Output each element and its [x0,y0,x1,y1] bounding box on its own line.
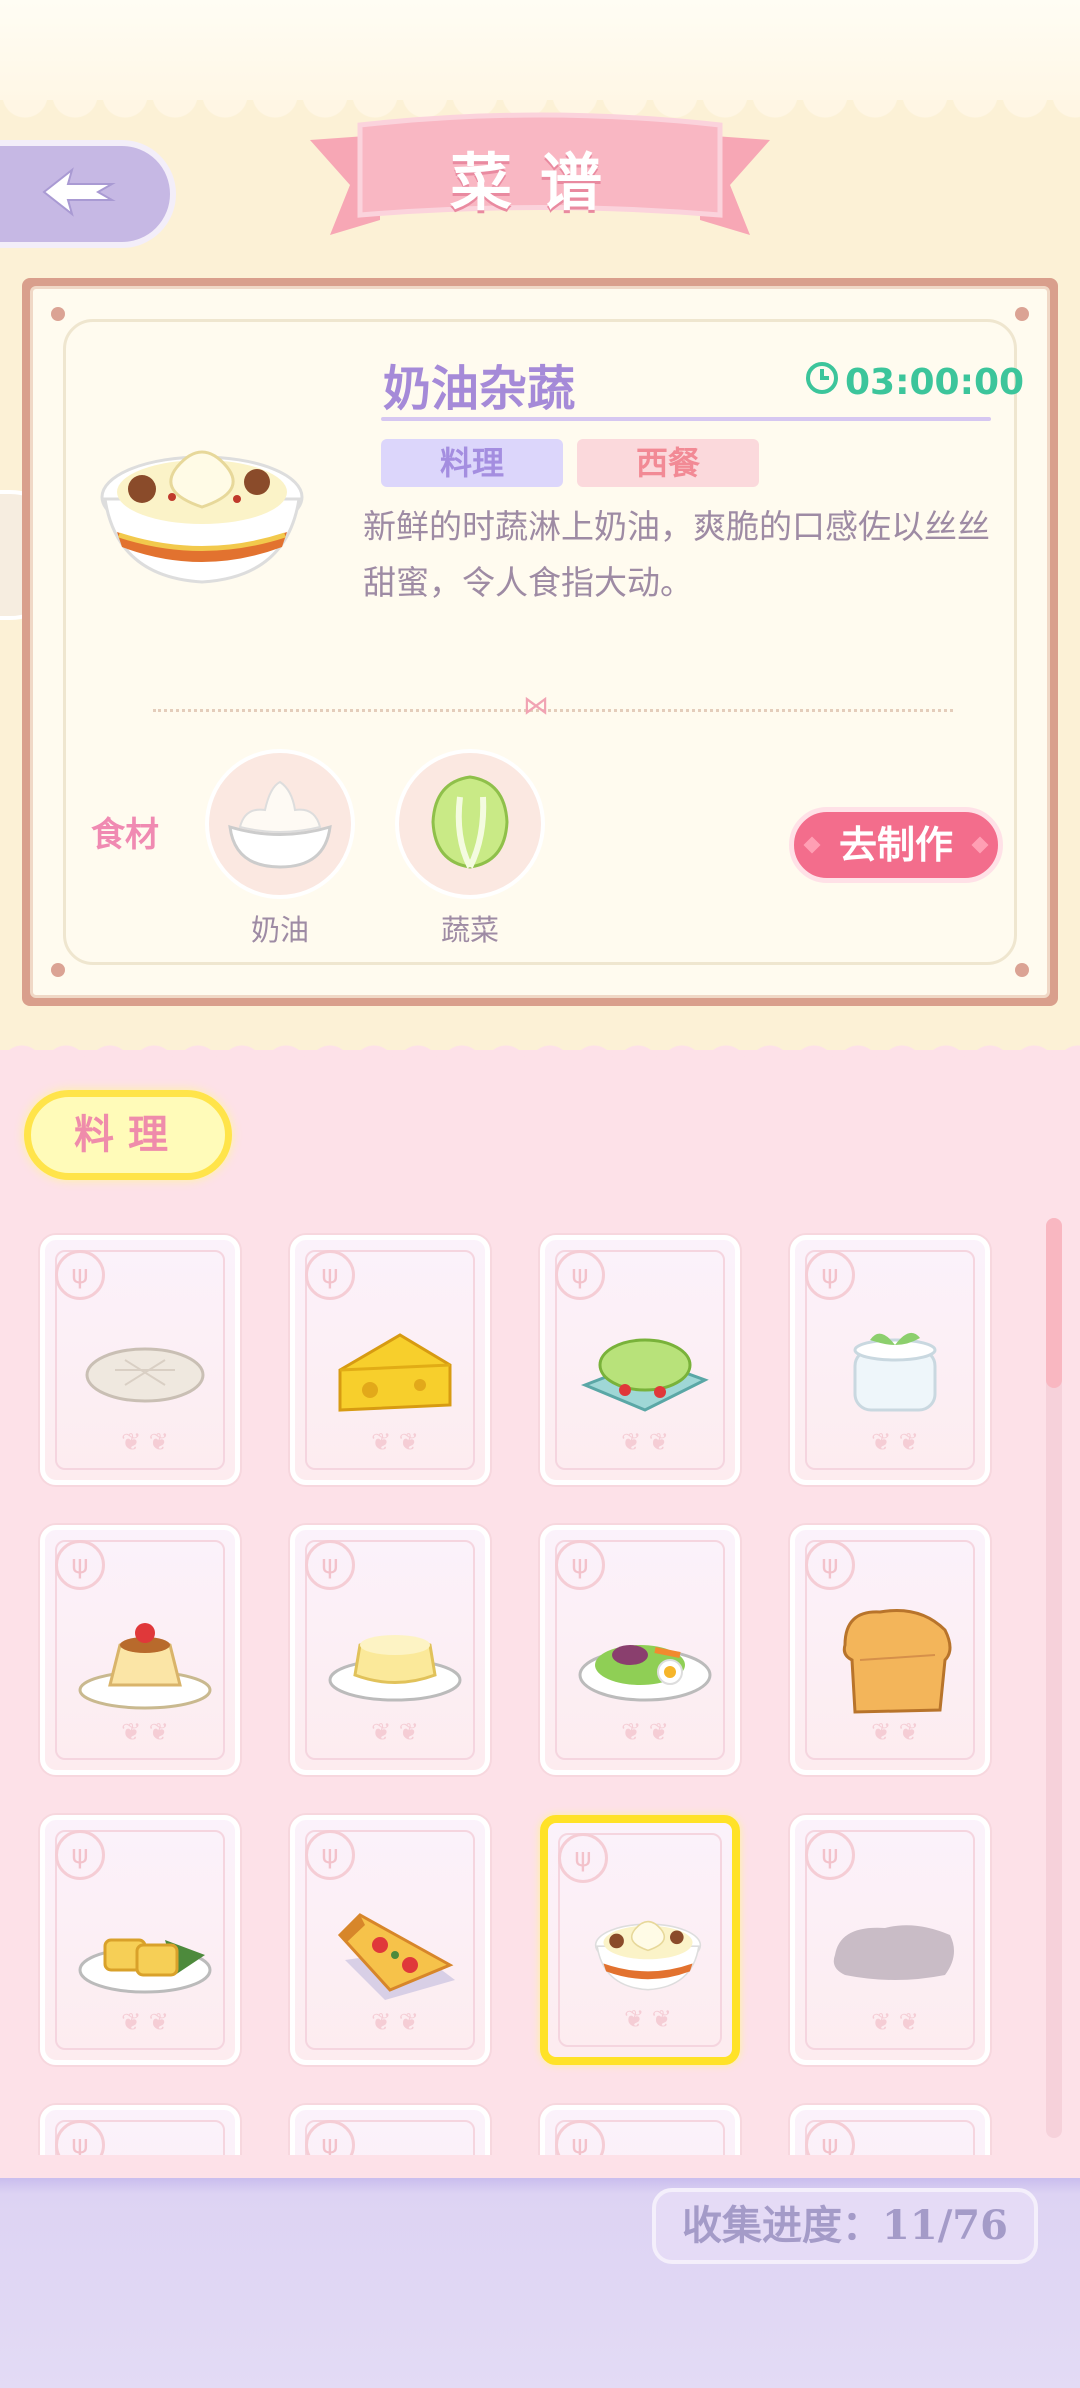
fork-spoon-icon: ψ [805,1250,855,1300]
recipe-slot[interactable]: ψ ❦ ❦ [540,1235,740,1485]
ingredients-label: 食材 [91,815,159,855]
cream-icon [220,772,340,876]
yogurt-icon [825,1310,965,1430]
grid-scrollbar[interactable] [1046,1218,1062,2138]
wreath-icon: ❦ ❦ [121,2008,169,2036]
fork-spoon-icon: ψ [305,1250,355,1300]
ingredient-name: 奶油 [250,913,309,947]
title-ribbon: 菜谱 [310,110,770,250]
top-band [0,0,1080,100]
fork-spoon-icon: ψ [805,1830,855,1880]
recipe-slot[interactable]: ψ ❦ ❦ [40,1525,240,1775]
pudding-icon [75,1600,215,1720]
recipe-slot[interactable]: ψ ❦ ❦ [290,1235,490,1485]
ingredient-item[interactable]: 奶油 [205,749,355,949]
locked-silhouette-icon [825,1890,965,2010]
cream-vegetables-icon [578,1893,718,2013]
ingredient-item[interactable]: 蔬菜 [395,749,545,949]
recipe-slot[interactable]: ψ ❦ ❦ [40,1815,240,2065]
scrollbar-thumb[interactable] [1046,1218,1062,1388]
wreath-icon: ❦ ❦ [871,1718,919,1746]
collection-progress: 收集进度：11/76 [652,2188,1038,2264]
cream-vegetables-icon [97,437,307,587]
fork-spoon-icon: ψ [555,1250,605,1300]
bow-icon: ⋈ [523,691,549,721]
fork-spoon-icon: ψ [55,1830,105,1880]
recipe-slot[interactable]: ψ [790,2105,990,2155]
back-arrow-icon [38,162,118,226]
fork-spoon-icon: ψ [55,1250,105,1300]
back-button[interactable] [0,140,176,248]
corner-dot [51,307,65,321]
salad-icon [575,1310,715,1430]
recipe-card: 奶油杂蔬 03:00:00 料理 西餐 新鲜的时蔬淋上奶油，爽脆的口感佐以丝丝甜… [22,278,1058,1006]
fork-spoon-icon: ψ [555,1540,605,1590]
recipe-slot[interactable]: ψ ❦ ❦ [290,1525,490,1775]
wreath-icon: ❦ ❦ [624,2005,672,2033]
pizza-icon [325,1890,465,2010]
egg-roll-icon [75,1890,215,2010]
wreath-icon: ❦ ❦ [871,1428,919,1456]
recipe-slot[interactable]: ψ [40,2105,240,2155]
tag-cuisine-style: 西餐 [577,439,759,487]
name-underline [381,417,991,421]
recipe-slot[interactable]: ψ ❦ ❦ [540,1525,740,1775]
bread-loaf-icon [825,1600,965,1720]
fork-spoon-icon: ψ [55,1540,105,1590]
divider [153,709,953,712]
dish-description: 新鲜的时蔬淋上奶油，爽脆的口感佐以丝丝甜蜜，令人食指大动。 [363,507,990,602]
tag-cuisine-type: 料理 [381,439,563,487]
fork-spoon-icon: ψ [305,1540,355,1590]
wreath-icon: ❦ ❦ [621,1718,669,1746]
tab-cuisine[interactable]: 料理 [24,1090,232,1180]
ingredient-name: 蔬菜 [440,913,499,947]
wreath-icon: ❦ ❦ [371,1718,419,1746]
wreath-icon: ❦ ❦ [871,2008,919,2036]
egg-salad-icon [575,1600,715,1720]
recipe-grid: ψ ❦ ❦ ψ ❦ ❦ ψ ❦ ❦ ψ ❦ ❦ ψ ❦ ❦ ψ ❦ ❦ ψ ❦ … [30,1225,1010,2155]
scallop-border-pink [0,1036,1080,1066]
page-title: 菜谱 [449,146,630,219]
wreath-icon: ❦ ❦ [121,1718,169,1746]
fork-spoon-icon: ψ [805,1540,855,1590]
recipe-slot[interactable]: ψ ❦ ❦ [290,1815,490,2065]
corner-dot [1015,307,1029,321]
flatbread-icon [75,1310,215,1430]
progress-value: 11/76 [882,2202,1008,2249]
make-button[interactable]: 去制作 [789,807,1003,883]
cheesecake-icon [325,1600,465,1720]
recipe-slot[interactable]: ψ [540,2105,740,2155]
cheese-icon [325,1310,465,1430]
corner-dot [51,963,65,977]
wreath-icon: ❦ ❦ [121,1428,169,1456]
dish-name: 奶油杂蔬 [383,361,576,417]
recipe-slot-locked[interactable]: ψ ❦ ❦ [790,1815,990,2065]
fork-spoon-icon: ψ [305,1830,355,1880]
fork-spoon-icon: ψ [558,1833,608,1883]
cabbage-icon [415,767,525,881]
wreath-icon: ❦ ❦ [371,2008,419,2036]
recipe-slot[interactable]: ψ ❦ ❦ [790,1525,990,1775]
recipe-slot[interactable]: ψ ❦ ❦ [40,1235,240,1485]
recipe-slot[interactable]: ψ [290,2105,490,2155]
progress-label: 收集进度： [682,2202,883,2249]
corner-dot [1015,963,1029,977]
cook-time: 03:00:00 [805,361,1024,404]
wreath-icon: ❦ ❦ [371,1428,419,1456]
cook-time-value: 03:00:00 [845,362,1025,403]
clock-icon [805,361,839,404]
recipe-slot-selected[interactable]: ψ ❦ ❦ [540,1815,740,2065]
recipe-slot[interactable]: ψ ❦ ❦ [790,1235,990,1485]
wreath-icon: ❦ ❦ [621,1428,669,1456]
